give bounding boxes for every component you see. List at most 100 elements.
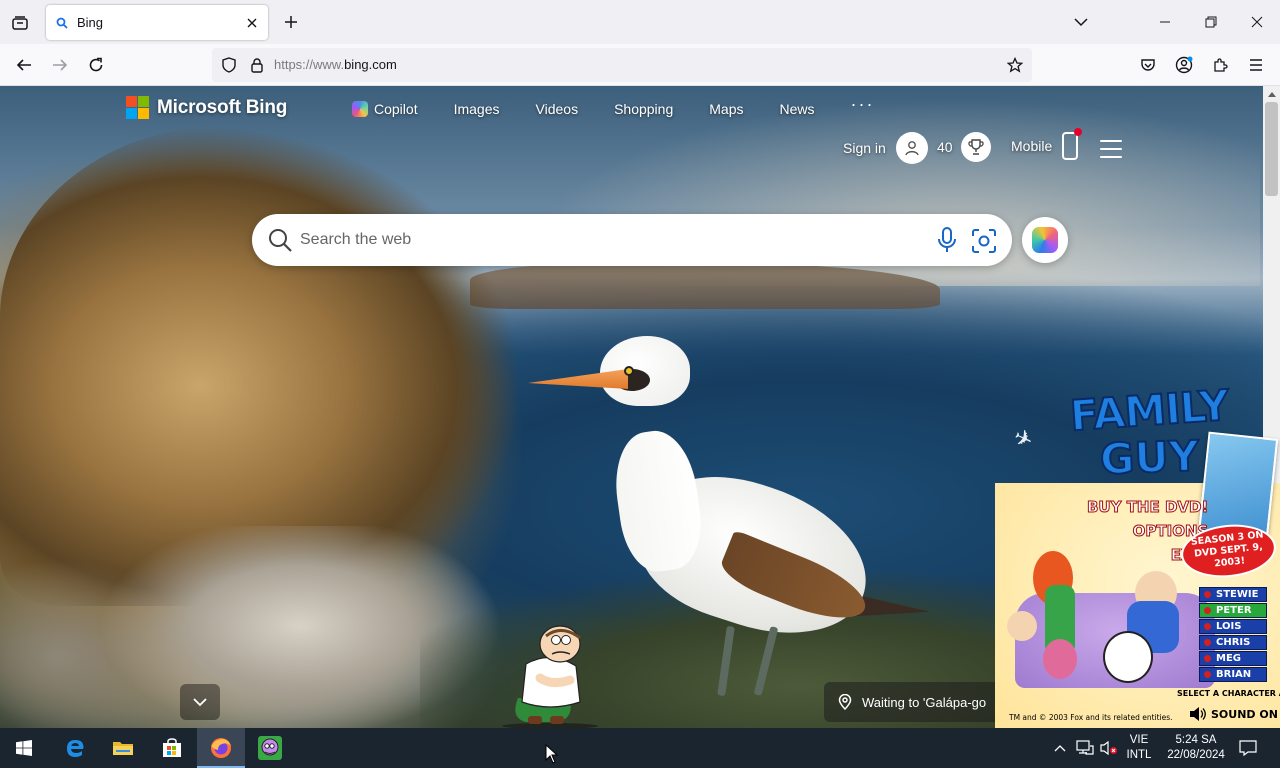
- address-bar[interactable]: https://www.bing.com: [212, 48, 1032, 82]
- tab-close-button[interactable]: [240, 11, 264, 35]
- character-label: STEWIE: [1216, 589, 1259, 600]
- network-tray-button[interactable]: [1073, 728, 1097, 768]
- new-tab-button[interactable]: [278, 9, 304, 35]
- nav-copilot[interactable]: Copilot: [352, 101, 418, 117]
- phone-icon: [1062, 128, 1083, 160]
- rewards-button[interactable]: 40: [937, 132, 991, 162]
- action-center-button[interactable]: [1234, 728, 1262, 768]
- peter-griffin-character[interactable]: [500, 620, 600, 730]
- tab-bar: Bing: [0, 0, 1280, 44]
- scroll-up-arrow-icon[interactable]: [1263, 86, 1280, 102]
- tab-list-icon: [12, 16, 28, 30]
- pocket-button[interactable]: [1133, 50, 1163, 80]
- mouse-cursor-icon: [545, 744, 559, 764]
- firefox-taskbar-button[interactable]: [197, 728, 245, 768]
- sound-toggle[interactable]: SOUND ON: [1189, 707, 1278, 721]
- settings-menu-button[interactable]: [1100, 140, 1122, 158]
- character-lois[interactable]: LOIS: [1199, 619, 1267, 634]
- arrow-right-icon: [53, 59, 68, 71]
- restore-icon: [1205, 16, 1217, 28]
- family-guy-taskbar-button[interactable]: [246, 728, 294, 768]
- show-hidden-icons-button[interactable]: [1050, 728, 1070, 768]
- bird-neck: [608, 426, 708, 576]
- speaker-icon: [1190, 707, 1206, 721]
- app-menu-button[interactable]: [1241, 50, 1271, 80]
- buy-dvd-link[interactable]: BUY THE DVD!: [1086, 495, 1208, 519]
- shield-icon[interactable]: [219, 55, 239, 75]
- volume-tray-button[interactable]: [1098, 728, 1120, 768]
- character-label: PETER: [1216, 605, 1252, 616]
- search-box[interactable]: [252, 214, 1012, 266]
- minimize-icon: [1160, 21, 1170, 23]
- list-all-tabs-button[interactable]: [1058, 0, 1104, 44]
- store-taskbar-button[interactable]: [148, 728, 196, 768]
- url-text: https://www.bing.com: [274, 57, 397, 72]
- plus-icon: [285, 16, 297, 28]
- input-language-button[interactable]: VIE INTL: [1122, 728, 1156, 768]
- bookmark-star-icon[interactable]: [1005, 55, 1025, 75]
- url-host: bing.com: [344, 57, 397, 72]
- nav-videos[interactable]: Videos: [536, 101, 579, 117]
- bing-logo[interactable]: Microsoft Bing: [126, 96, 287, 119]
- nav-maps[interactable]: Maps: [709, 101, 743, 117]
- lock-icon[interactable]: [247, 55, 267, 75]
- clock[interactable]: 5:24 SA 22/08/2024: [1160, 728, 1232, 768]
- nav-shopping[interactable]: Shopping: [614, 101, 673, 117]
- copilot-icon: [352, 101, 368, 117]
- edge-taskbar-button[interactable]: [51, 728, 99, 768]
- file-explorer-taskbar-button[interactable]: [99, 728, 147, 768]
- nav-images[interactable]: Images: [454, 101, 500, 117]
- keyboard-layout: INTL: [1126, 749, 1152, 761]
- character-brian[interactable]: BRIAN: [1199, 667, 1267, 682]
- back-button[interactable]: [9, 50, 39, 80]
- date-text: 22/08/2024: [1167, 749, 1225, 761]
- microphone-icon[interactable]: [936, 226, 958, 254]
- chevron-down-icon: [1074, 18, 1088, 27]
- nav-news[interactable]: News: [779, 101, 814, 117]
- image-caption[interactable]: Waiting to 'Galápa-go: [824, 682, 1024, 722]
- scroll-down-button[interactable]: [180, 684, 220, 720]
- family-guy-title-line2: GUY: [1098, 430, 1201, 484]
- reload-button[interactable]: [81, 50, 111, 80]
- search-icon: [269, 229, 292, 252]
- copilot-button[interactable]: [1022, 217, 1068, 263]
- search-input[interactable]: [300, 228, 900, 252]
- visual-search-icon[interactable]: [970, 227, 998, 255]
- character-peter[interactable]: PETER: [1199, 603, 1267, 618]
- character-meg[interactable]: MEG: [1199, 651, 1267, 666]
- more-menu-button[interactable]: ···: [851, 94, 875, 115]
- character-stewie[interactable]: STEWIE: [1199, 587, 1267, 602]
- network-icon: [1076, 740, 1094, 755]
- forward-button[interactable]: [45, 50, 75, 80]
- scrollbar-thumb[interactable]: [1265, 102, 1278, 196]
- reload-icon: [89, 57, 103, 72]
- account-button[interactable]: [1169, 50, 1199, 80]
- tab-bing[interactable]: Bing: [46, 5, 268, 40]
- account-icon: [1175, 56, 1193, 74]
- family-guy-app-icon: [258, 736, 282, 760]
- language-code: VIE: [1129, 734, 1149, 746]
- firefox-icon: [211, 738, 231, 758]
- tab-title: Bing: [77, 15, 104, 30]
- user-icon: [905, 141, 919, 156]
- extensions-button[interactable]: [1205, 50, 1235, 80]
- character-label: LOIS: [1216, 621, 1242, 632]
- tab-list-button[interactable]: [6, 9, 34, 37]
- close-window-button[interactable]: [1234, 0, 1280, 44]
- start-button[interactable]: [0, 728, 48, 768]
- mobile-button[interactable]: Mobile: [1011, 128, 1083, 160]
- search-icon: [56, 17, 68, 29]
- internet-explorer-icon: [67, 740, 84, 757]
- trophy-icon: [960, 132, 991, 162]
- restore-button[interactable]: [1188, 0, 1234, 44]
- nav-label: Copilot: [374, 101, 418, 117]
- family-characters-icon: [1003, 551, 1203, 701]
- sign-in-link[interactable]: Sign in: [843, 132, 928, 164]
- character-list: STEWIE PETER LOIS CHRIS MEG BRIAN: [1199, 587, 1267, 683]
- copyright-text: TM and © 2003 Fox and its related entiti…: [1009, 713, 1173, 722]
- minimize-button[interactable]: [1142, 0, 1188, 44]
- windows-logo-icon: [16, 740, 32, 756]
- caption-text: Waiting to 'Galápa-go: [862, 694, 987, 710]
- bird-eye: [624, 366, 634, 376]
- character-chris[interactable]: CHRIS: [1199, 635, 1267, 650]
